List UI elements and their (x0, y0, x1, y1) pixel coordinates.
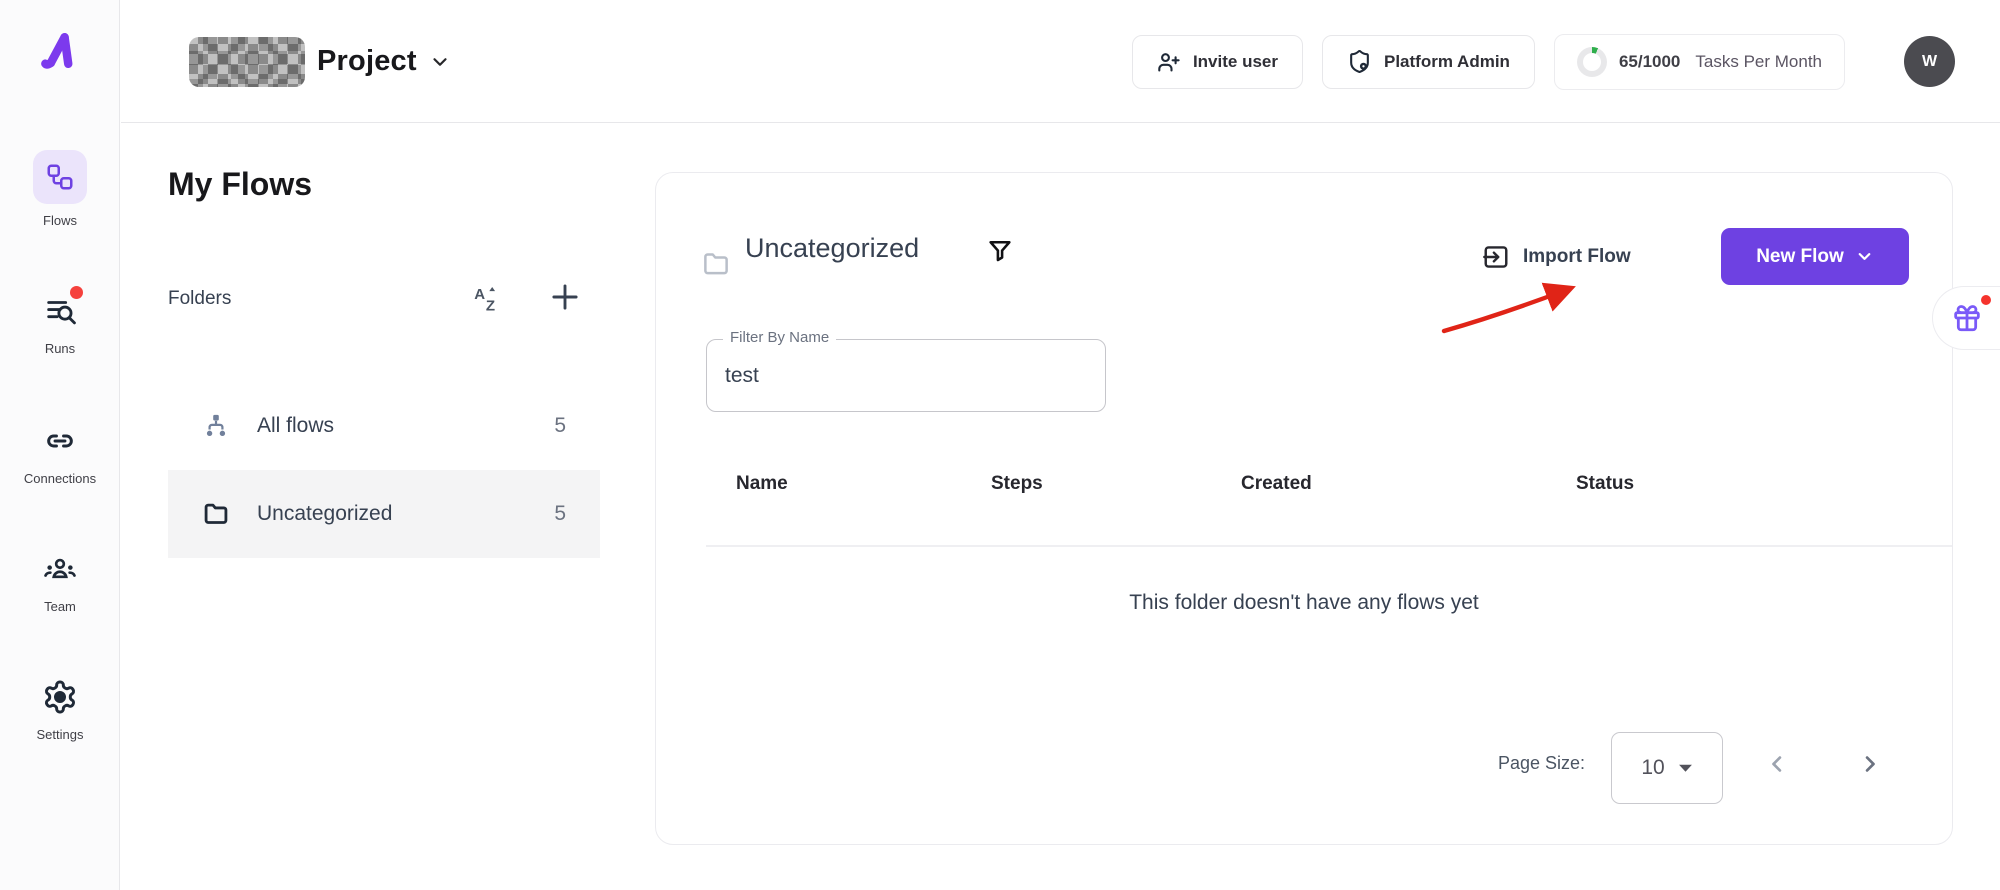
flows-table-card: Uncategorized Import Flow New Flow (655, 172, 1953, 845)
folder-row-all-flows[interactable]: All flows 5 (168, 382, 600, 470)
runs-icon (43, 294, 77, 328)
workflow-icon (45, 162, 75, 192)
page-size-value: 10 (1641, 756, 1664, 780)
sort-az-icon: A Z (472, 283, 502, 313)
app-root: Flows Runs Connections (0, 0, 2000, 890)
runs-notification-dot (70, 286, 83, 299)
rewards-gift-tab[interactable] (1932, 286, 2000, 350)
flows-active-tile (33, 150, 87, 204)
sidebar-item-connections[interactable]: Connections (0, 420, 120, 486)
import-flow-button[interactable]: Import Flow (1482, 243, 1631, 271)
gear-icon (42, 679, 78, 715)
link-icon (43, 424, 77, 458)
filter-by-name-input[interactable] (725, 354, 1085, 398)
card-folder-icon (701, 249, 731, 284)
sidebar-item-flows[interactable]: Flows (0, 150, 120, 228)
new-flow-label: New Flow (1756, 246, 1844, 268)
sidebar-label-connections: Connections (24, 471, 96, 486)
project-name-redacted (189, 37, 305, 87)
pagination-next-button[interactable] (1856, 750, 1884, 783)
sidebar-item-runs[interactable]: Runs (0, 290, 120, 356)
folder-row-uncategorized[interactable]: Uncategorized 5 (168, 470, 600, 558)
column-header-name: Name (736, 473, 788, 495)
top-header: Project Invite user Platform Admin (121, 0, 2000, 123)
svg-text:A: A (474, 286, 485, 303)
sidebar-label-runs: Runs (45, 341, 75, 356)
sidebar-item-settings[interactable]: Settings (0, 676, 120, 742)
column-header-created: Created (1241, 473, 1312, 495)
sidebar-label-settings: Settings (37, 727, 84, 742)
folder-row-label: All flows (257, 414, 334, 438)
funnel-icon (986, 237, 1014, 265)
folders-section-label: Folders (168, 288, 231, 310)
platform-admin-label: Platform Admin (1384, 52, 1510, 72)
tasks-used-count: 65/1000 (1619, 52, 1680, 72)
invite-user-button[interactable]: Invite user (1132, 35, 1303, 89)
new-flow-button[interactable]: New Flow (1721, 228, 1909, 285)
tasks-progress-ring (1577, 47, 1607, 77)
table-header-divider (706, 545, 1952, 547)
user-avatar[interactable]: W (1904, 36, 1955, 87)
empty-state-message: This folder doesn't have any flows yet (656, 591, 1952, 615)
column-header-status: Status (1576, 473, 1634, 495)
project-title: Project (317, 45, 417, 78)
sidebar-label-flows: Flows (43, 213, 77, 228)
import-icon (1482, 243, 1510, 271)
invite-user-label: Invite user (1193, 52, 1278, 72)
user-plus-icon (1157, 50, 1181, 74)
page-size-select[interactable]: 10 (1611, 732, 1723, 804)
tasks-usage-widget[interactable]: 65/1000 Tasks Per Month (1554, 34, 1845, 90)
sidebar-item-team[interactable]: Team (0, 548, 120, 614)
filter-by-name-field: Filter By Name (706, 339, 1106, 412)
folder-row-count: 5 (554, 502, 566, 526)
logo-icon (38, 28, 82, 74)
select-caret-icon (1678, 763, 1693, 773)
pagination-prev-button[interactable] (1763, 750, 1791, 783)
sidebar-label-team: Team (44, 599, 76, 614)
column-header-steps: Steps (991, 473, 1043, 495)
page-size-label: Page Size: (1498, 753, 1585, 774)
plus-icon (548, 280, 582, 314)
card-folder-title: Uncategorized (745, 233, 919, 264)
folder-icon (202, 500, 230, 528)
folder-row-count: 5 (554, 414, 566, 438)
import-flow-label: Import Flow (1523, 246, 1631, 268)
project-switcher[interactable]: Project (189, 0, 451, 123)
page-title: My Flows (168, 166, 312, 203)
folder-row-label: Uncategorized (257, 502, 392, 526)
tasks-per-month-label: Tasks Per Month (1695, 52, 1822, 72)
sort-az-button[interactable]: A Z (472, 283, 502, 318)
chevron-down-icon (1855, 247, 1874, 266)
gift-notification-dot (1981, 295, 1991, 305)
all-flows-hierarchy-icon (202, 412, 230, 440)
shield-admin-icon (1347, 49, 1372, 74)
chevron-left-icon (1763, 750, 1791, 778)
filter-funnel-button[interactable] (986, 237, 1014, 270)
svg-text:Z: Z (486, 298, 495, 313)
header-actions: Invite user Platform Admin 65/1000 Tasks… (1132, 0, 1955, 123)
activepieces-logo[interactable] (0, 28, 120, 74)
filter-field-label: Filter By Name (723, 329, 836, 346)
gift-icon (1951, 302, 1983, 334)
annotation-red-arrow (1438, 273, 1598, 339)
platform-admin-button[interactable]: Platform Admin (1322, 35, 1535, 89)
team-icon (43, 552, 77, 586)
chevron-down-icon (429, 51, 451, 73)
icon-rail: Flows Runs Connections (0, 0, 120, 890)
chevron-right-icon (1856, 750, 1884, 778)
add-folder-button[interactable] (548, 280, 582, 319)
